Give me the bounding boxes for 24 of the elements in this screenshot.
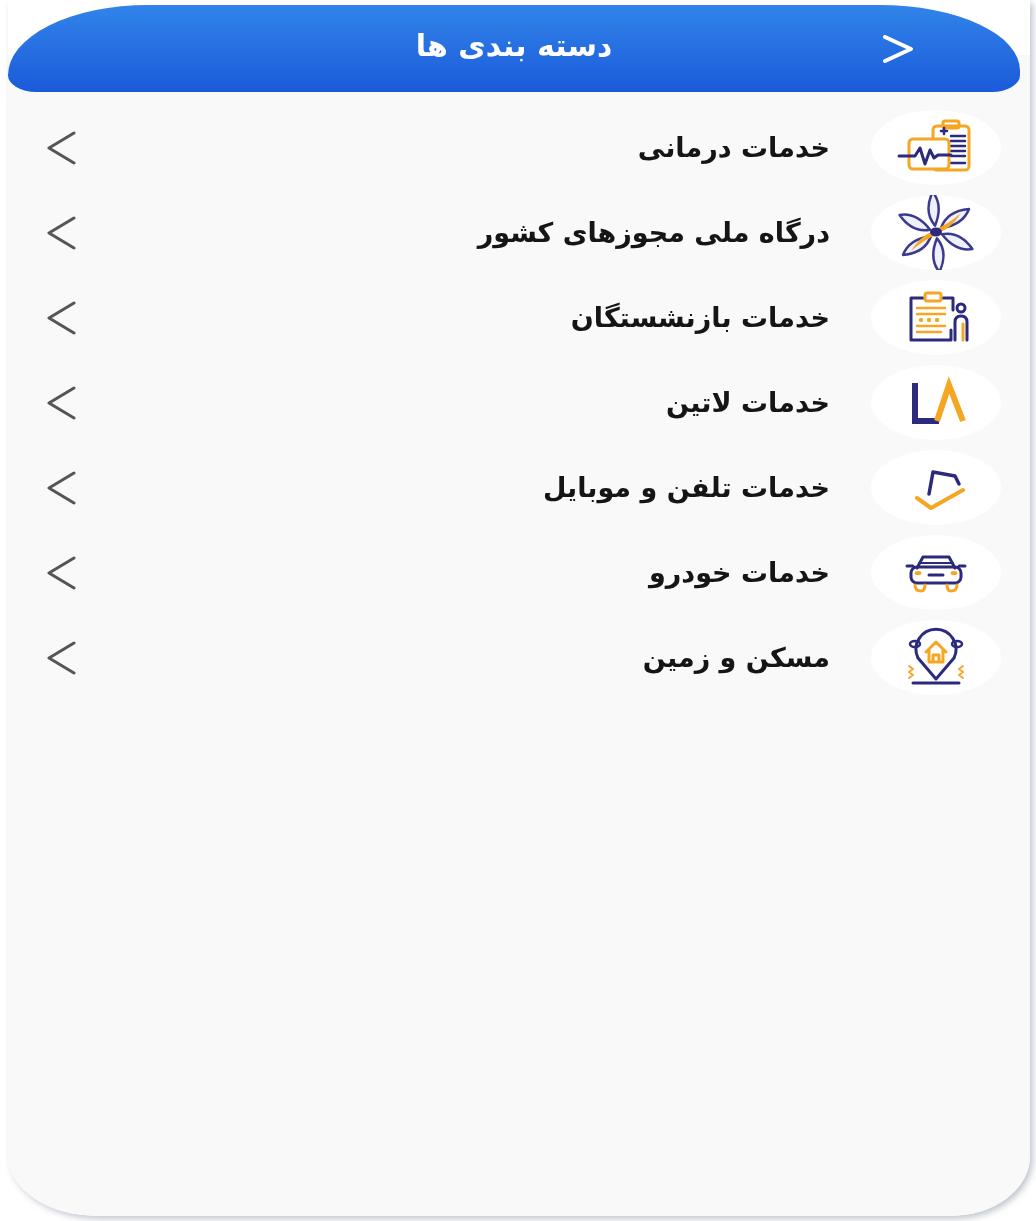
category-label[interactable]: خدمات لاتین (666, 387, 830, 418)
map-pin-house-icon (871, 620, 1001, 695)
back-button[interactable] (880, 32, 916, 65)
chevron-left-icon (46, 640, 76, 675)
category-label[interactable]: خدمات بازنشستگان (570, 302, 830, 333)
chevron-left-icon (46, 300, 76, 335)
car-front-icon (871, 535, 1001, 610)
chevron-right-icon (882, 34, 914, 63)
chevron-left-icon (46, 470, 76, 505)
category-label[interactable]: مسکن و زمین (642, 642, 830, 673)
category-label[interactable]: خدمات تلفن و موبایل (542, 472, 830, 503)
pinwheel-icon (871, 195, 1001, 270)
category-label[interactable]: درگاه ملی مجوزهای کشور (477, 217, 830, 248)
chevron-left-icon (46, 555, 76, 590)
chevron-left-icon (46, 215, 76, 250)
clipboard-heartbeat-icon (871, 110, 1001, 185)
phone-check-icon (871, 450, 1001, 525)
chevron-left-icon (46, 385, 76, 420)
chevron-left-icon (46, 130, 76, 165)
letters-logo-icon (871, 365, 1001, 440)
document-person-icon (871, 280, 1001, 355)
category-label[interactable]: خدمات درمانی (637, 132, 830, 163)
category-label[interactable]: خدمات خودرو (649, 557, 830, 588)
header-title: دسته بندی ها (415, 28, 613, 65)
